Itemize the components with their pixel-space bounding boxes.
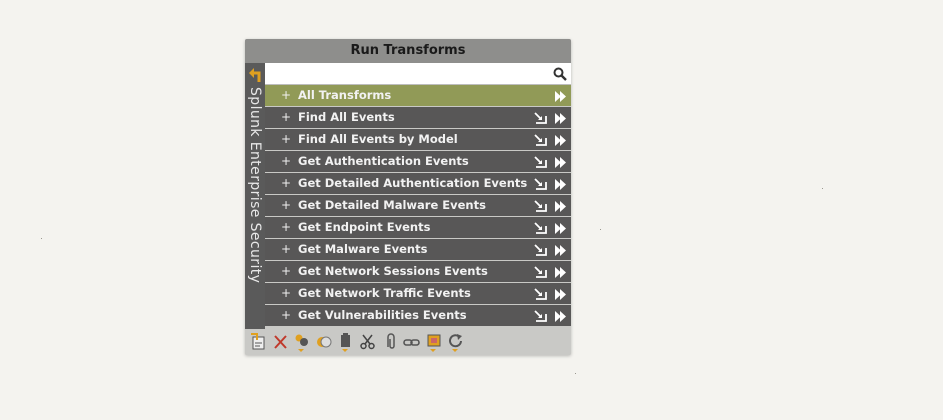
transform-label: Get Network Sessions Events xyxy=(298,264,488,278)
transform-label: Find All Events xyxy=(298,110,395,124)
run-transform-icon[interactable] xyxy=(554,111,567,124)
transform-label: Get Endpoint Events xyxy=(298,220,431,234)
transform-search-box[interactable] xyxy=(265,63,571,85)
attach-icon[interactable] xyxy=(381,332,399,352)
transform-row[interactable]: + Find All Events xyxy=(265,107,571,128)
run-to-selection-icon[interactable] xyxy=(534,309,547,322)
transform-label: Get Vulnerabilities Events xyxy=(298,308,467,322)
transform-list: + All Transforms + Find All Events + Find All… xyxy=(265,85,571,327)
transform-label: Find All Events by Model xyxy=(298,132,458,146)
run-to-selection-icon[interactable] xyxy=(534,199,547,212)
run-to-selection-icon[interactable] xyxy=(534,177,547,190)
run-transform-icon[interactable] xyxy=(554,243,567,256)
run-to-selection-icon[interactable] xyxy=(534,243,547,256)
expand-icon[interactable]: + xyxy=(281,239,291,260)
run-transform-icon[interactable] xyxy=(554,177,567,190)
transform-label: Get Malware Events xyxy=(298,242,428,256)
back-arrow-icon[interactable] xyxy=(248,65,263,83)
run-to-selection-icon[interactable] xyxy=(534,155,547,168)
transform-label: Get Authentication Events xyxy=(298,154,469,168)
entity-sidebar: Splunk Enterprise Security xyxy=(245,63,265,329)
run-to-selection-icon[interactable] xyxy=(534,111,547,124)
run-transform-icon[interactable] xyxy=(554,265,567,278)
transform-row[interactable]: + Get Vulnerabilities Events xyxy=(265,305,571,326)
transform-search-input[interactable] xyxy=(269,65,539,82)
transform-row[interactable]: + Get Endpoint Events xyxy=(265,217,571,238)
transform-row[interactable]: + Get Detailed Malware Events xyxy=(265,195,571,216)
run-transform-icon[interactable] xyxy=(554,155,567,168)
transform-label: Get Detailed Malware Events xyxy=(298,198,486,212)
expand-icon[interactable]: + xyxy=(281,85,291,106)
expand-icon[interactable]: + xyxy=(281,173,291,194)
run-transform-icon[interactable] xyxy=(554,309,567,322)
transform-row[interactable]: + Get Authentication Events xyxy=(265,151,571,172)
cut-icon[interactable] xyxy=(359,332,377,352)
search-icon[interactable] xyxy=(553,67,567,81)
run-transform-icon[interactable] xyxy=(554,89,567,102)
run-transform-icon[interactable] xyxy=(554,133,567,146)
paste-icon[interactable] xyxy=(337,332,355,352)
run-transform-icon[interactable] xyxy=(554,199,567,212)
run-transforms-panel: Run Transforms Splunk Enterprise Securit… xyxy=(245,39,571,355)
color-picker-icon[interactable] xyxy=(293,332,311,352)
bottom-toolbar xyxy=(245,329,571,355)
transform-row[interactable]: + Get Network Sessions Events xyxy=(265,261,571,282)
panel-title: Run Transforms xyxy=(245,39,571,63)
run-to-selection-icon[interactable] xyxy=(534,265,547,278)
expand-icon[interactable]: + xyxy=(281,195,291,216)
transform-label: Get Detailed Authentication Events xyxy=(298,176,528,190)
transform-row[interactable]: + All Transforms xyxy=(265,85,571,106)
layout-icon[interactable] xyxy=(425,332,443,352)
refresh-icon[interactable] xyxy=(447,332,465,352)
expand-icon[interactable]: + xyxy=(281,151,291,172)
clear-graph-icon[interactable] xyxy=(249,332,267,352)
expand-icon[interactable]: + xyxy=(281,261,291,282)
transform-row[interactable]: + Get Malware Events xyxy=(265,239,571,260)
expand-icon[interactable]: + xyxy=(281,129,291,150)
run-transform-icon[interactable] xyxy=(554,287,567,300)
toggle-icon[interactable] xyxy=(315,332,333,352)
expand-icon[interactable]: + xyxy=(281,305,291,326)
expand-icon[interactable]: + xyxy=(281,283,291,304)
delete-icon[interactable] xyxy=(272,332,290,352)
expand-icon[interactable]: + xyxy=(281,107,291,128)
run-to-selection-icon[interactable] xyxy=(534,133,547,146)
entity-type-label: Splunk Enterprise Security xyxy=(248,87,262,284)
run-to-selection-icon[interactable] xyxy=(534,221,547,234)
transform-label: Get Network Traffic Events xyxy=(298,286,471,300)
run-to-selection-icon[interactable] xyxy=(534,287,547,300)
link-icon[interactable] xyxy=(403,332,421,352)
run-transform-icon[interactable] xyxy=(554,221,567,234)
transform-row[interactable]: + Find All Events by Model xyxy=(265,129,571,150)
transform-label: All Transforms xyxy=(298,88,392,102)
transform-row[interactable]: + Get Network Traffic Events xyxy=(265,283,571,304)
transform-row[interactable]: + Get Detailed Authentication Events xyxy=(265,173,571,194)
expand-icon[interactable]: + xyxy=(281,217,291,238)
